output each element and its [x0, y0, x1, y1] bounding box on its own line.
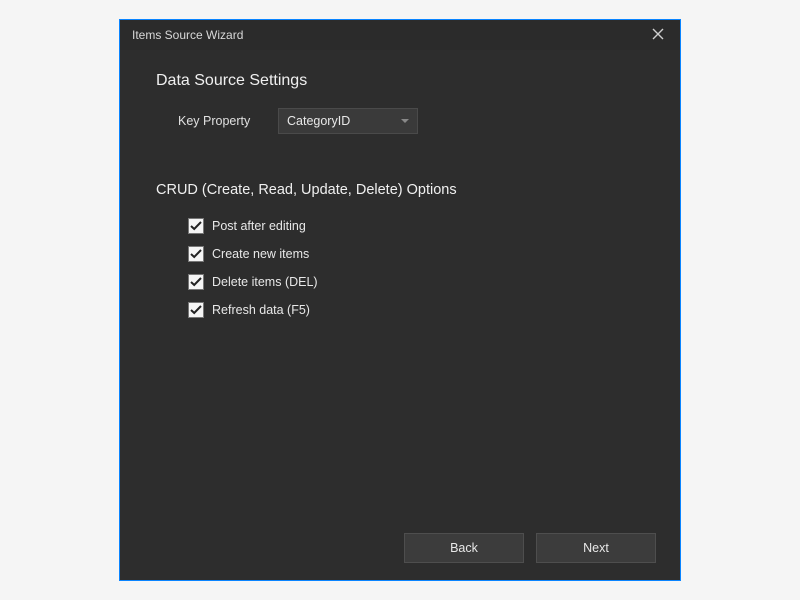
key-property-label: Key Property — [178, 114, 278, 128]
checkbox-icon — [188, 246, 204, 262]
checkbox-label: Post after editing — [212, 219, 306, 233]
next-button-label: Next — [583, 541, 609, 555]
checkbox-icon — [188, 274, 204, 290]
crud-options-title: CRUD (Create, Read, Update, Delete) Opti… — [156, 182, 644, 198]
checkbox-delete-items[interactable]: Delete items (DEL) — [188, 274, 644, 290]
checkbox-label: Refresh data (F5) — [212, 303, 310, 317]
checkbox-label: Create new items — [212, 247, 309, 261]
close-button[interactable] — [644, 21, 672, 49]
checkbox-icon — [188, 218, 204, 234]
checkbox-post-after-editing[interactable]: Post after editing — [188, 218, 644, 234]
key-property-dropdown[interactable]: CategoryID — [278, 108, 418, 134]
checkbox-icon — [188, 302, 204, 318]
footer: Back Next — [120, 526, 680, 580]
next-button[interactable]: Next — [536, 533, 656, 563]
key-property-row: Key Property CategoryID — [178, 108, 644, 134]
close-icon — [652, 28, 664, 43]
wizard-dialog: Items Source Wizard Data Source Settings… — [119, 19, 681, 581]
back-button-label: Back — [450, 541, 478, 555]
chevron-down-icon — [401, 119, 409, 123]
window-title: Items Source Wizard — [132, 28, 644, 42]
checkbox-create-new-items[interactable]: Create new items — [188, 246, 644, 262]
back-button[interactable]: Back — [404, 533, 524, 563]
key-property-value: CategoryID — [287, 114, 401, 128]
data-source-settings-title: Data Source Settings — [156, 72, 644, 90]
titlebar: Items Source Wizard — [120, 20, 680, 50]
checkbox-label: Delete items (DEL) — [212, 275, 318, 289]
crud-options-list: Post after editing Create new items Dele… — [188, 218, 644, 318]
content-area: Data Source Settings Key Property Catego… — [120, 50, 680, 526]
checkbox-refresh-data[interactable]: Refresh data (F5) — [188, 302, 644, 318]
